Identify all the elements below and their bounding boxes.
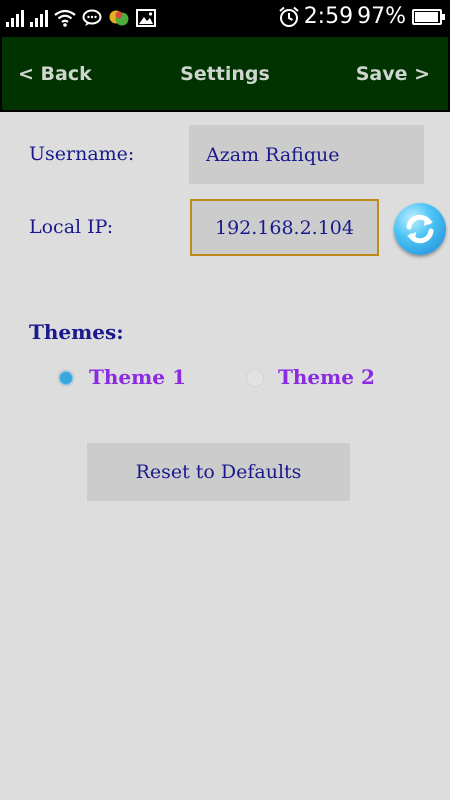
signal-icon <box>6 9 24 27</box>
refresh-icon <box>406 214 434 244</box>
battery-percent: 97% <box>357 4 406 29</box>
theme-1-radio[interactable] <box>57 369 75 387</box>
themes-heading: Themes: <box>29 320 124 344</box>
status-bar: 2:59 97% <box>0 0 450 34</box>
status-icons-right: 2:59 97% <box>278 3 445 31</box>
alarm-icon <box>279 6 299 27</box>
reset-to-defaults-button[interactable]: Reset to Defaults <box>87 443 350 501</box>
battery-icon <box>412 9 445 25</box>
image-icon <box>136 9 156 27</box>
messenger-icon <box>109 10 129 26</box>
username-label: Username: <box>29 143 135 165</box>
theme-2-radio[interactable] <box>246 369 264 387</box>
battery-fill <box>415 12 439 22</box>
signal-icon <box>30 9 48 27</box>
wifi-icon <box>54 9 76 27</box>
local-ip-field[interactable] <box>190 199 379 256</box>
username-field[interactable] <box>189 125 424 184</box>
chat-icon <box>82 9 102 26</box>
status-icons-left <box>6 7 156 27</box>
local-ip-label: Local IP: <box>29 216 114 238</box>
back-button[interactable]: < Back <box>18 63 92 85</box>
save-button[interactable]: Save > <box>356 63 430 85</box>
status-time: 2:59 <box>303 4 354 29</box>
action-bar: Settings < Back Save > <box>0 34 450 112</box>
theme-1-label[interactable]: Theme 1 <box>89 365 186 389</box>
refresh-ip-button[interactable] <box>394 203 446 255</box>
theme-2-label[interactable]: Theme 2 <box>278 365 375 389</box>
